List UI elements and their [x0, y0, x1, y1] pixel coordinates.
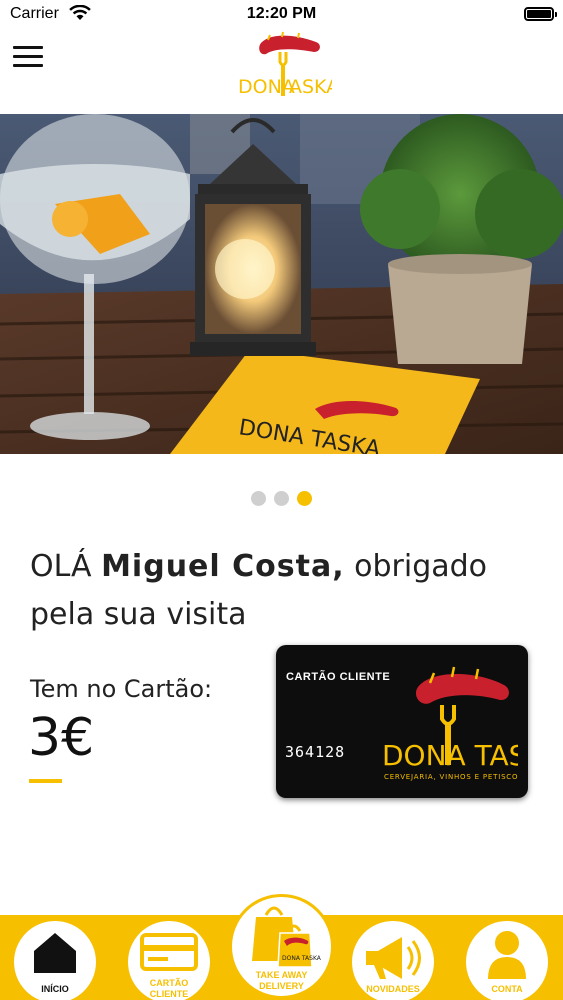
nav-card-label-2: CLIENTE [149, 989, 189, 999]
menu-bar-icon [13, 55, 43, 58]
dona-taska-logo[interactable]: DONA ASKA [232, 30, 332, 100]
carousel-dot-2[interactable] [274, 491, 289, 506]
svg-text:DONA TASKA: DONA TASKA [282, 955, 322, 962]
greeting-prefix: OLÁ [30, 549, 102, 584]
svg-text:DONA TASKA: DONA TASKA [382, 739, 518, 772]
nav-loyalty-card[interactable]: CARTÃO CLIENTE [128, 921, 210, 1000]
menu-bar-icon [13, 46, 43, 49]
loyalty-card[interactable]: CARTÃO CLIENTE 364128 DONA TASKA CERVEJA… [276, 645, 528, 798]
card-number: 364128 [285, 743, 346, 761]
card-title: CARTÃO CLIENTE [286, 671, 391, 683]
carousel-dot-3-active[interactable] [297, 491, 313, 506]
carousel-pagination [0, 491, 563, 511]
status-bar: Carrier 12:20 PM [0, 0, 563, 30]
customer-name: Miguel Costa, [101, 549, 345, 584]
svg-text:ASKA: ASKA [289, 76, 332, 98]
nav-news[interactable]: NOVIDADES [352, 921, 434, 1000]
hamburger-menu-button[interactable] [13, 46, 43, 70]
nav-takeaway-delivery[interactable]: DONA TASKA TAKE AWAY DELIVERY [229, 894, 334, 999]
card-balance-label: Tem no Cartão: [30, 675, 213, 703]
card-brand-logo: DONA TASKA CERVEJARIA, VINHOS E PETISCOS [382, 666, 518, 781]
svg-text:DONA: DONA [238, 76, 295, 98]
card-balance-value: 3€ [28, 708, 95, 768]
nav-account-label: CONTA [491, 984, 523, 994]
bottom-navigation: INÍCIO CARTÃO CLIENTE DONA TASKA TAKE AW… [0, 894, 563, 1000]
nav-takeaway-label-2: DELIVERY [259, 981, 304, 991]
nav-news-label: NOVIDADES [366, 984, 420, 994]
welcome-message: OLÁ Miguel Costa, obrigado pela sua visi… [30, 543, 540, 639]
nav-home-label: INÍCIO [41, 984, 69, 994]
hero-photo: DONA TASKA [0, 114, 563, 454]
nav-account[interactable]: CONTA [466, 921, 548, 1000]
balance-underline [29, 779, 62, 783]
carousel-dot-1[interactable] [250, 491, 266, 506]
battery-icon [524, 7, 557, 21]
clock: 12:20 PM [246, 5, 317, 22]
nav-card-label-1: CARTÃO [149, 978, 189, 988]
nav-home[interactable]: INÍCIO [14, 921, 96, 1000]
hero-carousel-image[interactable]: DONA TASKA [0, 114, 563, 454]
app-header: DONA ASKA [0, 30, 563, 114]
svg-text:CERVEJARIA, VINHOS E PETISCOS: CERVEJARIA, VINHOS E PETISCOS [384, 773, 518, 781]
menu-bar-icon [13, 64, 43, 67]
nav-takeaway-label-1: TAKE AWAY [255, 970, 308, 980]
